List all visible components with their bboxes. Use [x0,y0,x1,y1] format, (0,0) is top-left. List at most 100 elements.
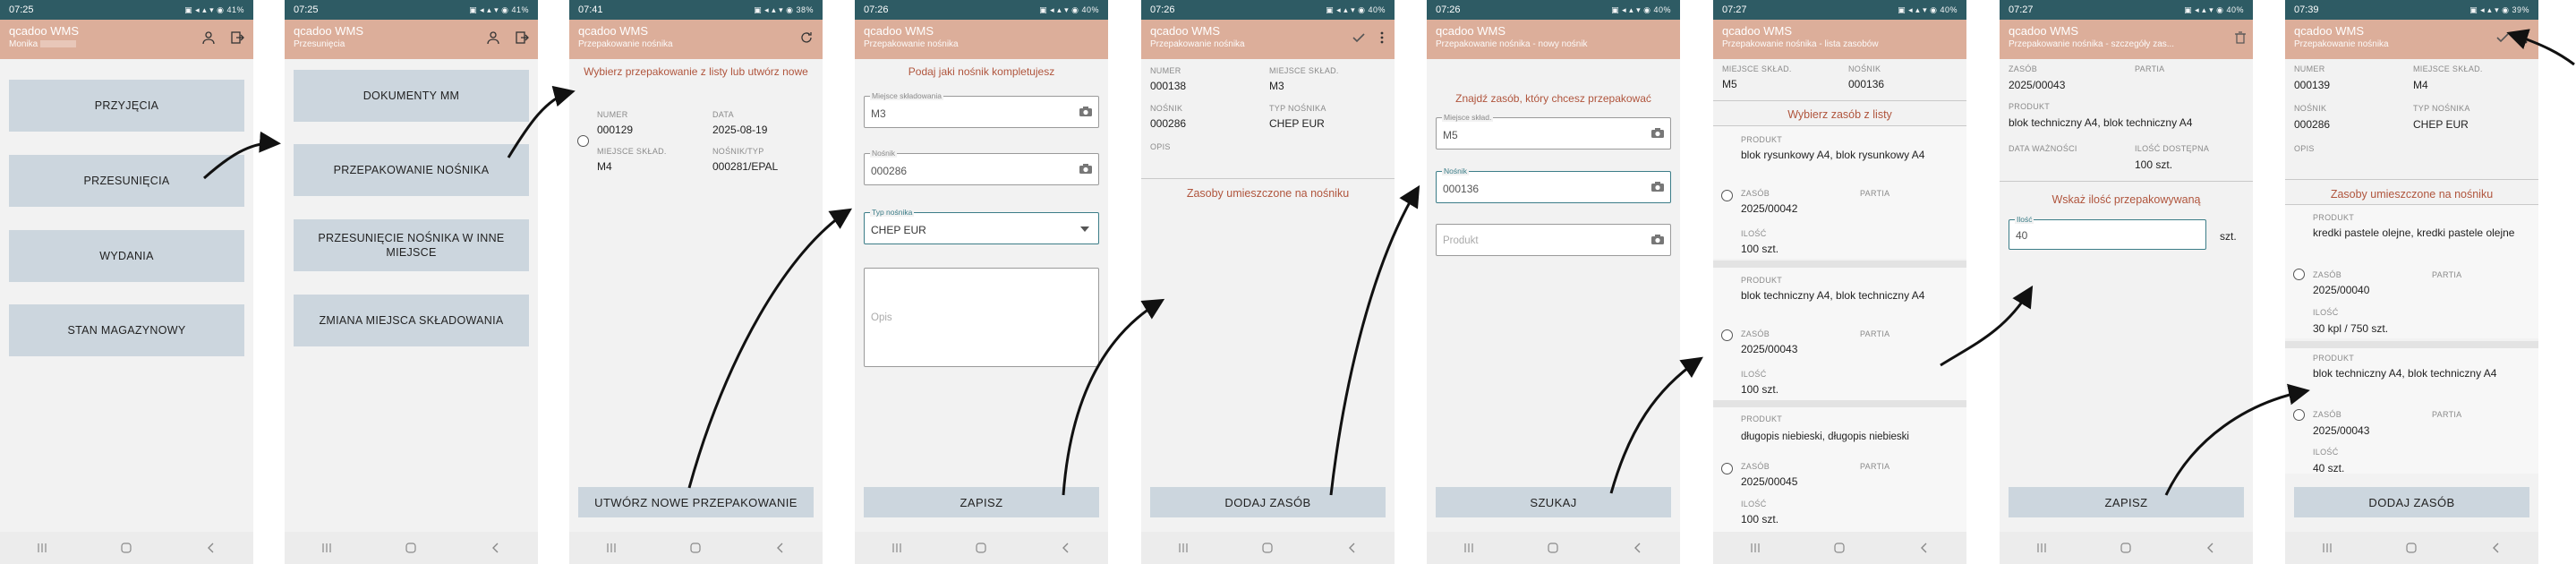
product-label: PRODUKT [2313,354,2355,363]
recent-apps-icon[interactable] [1455,539,1482,557]
notes-textarea[interactable]: Opis [864,268,1099,367]
chevron-down-icon[interactable] [1080,226,1089,233]
logout-icon[interactable] [228,29,246,47]
menu-dokumenty-mm[interactable]: DOKUMENTY MM [294,70,529,122]
app-title: qcadoo WMS [864,24,934,38]
menu-zmiana-miejsca[interactable]: ZMIANA MIEJSCA SKŁADOWANIA [294,295,529,346]
status-bar: 07:26 ▣ ◂ ▴ ▾ ◉ 40% [1427,0,1680,20]
camera-icon[interactable] [1651,127,1665,139]
status-icons: ▣ ◂ ▴ ▾ ◉ 40% [1898,4,1958,14]
resource-radio[interactable] [1721,463,1733,474]
back-icon[interactable] [198,539,225,557]
camera-icon[interactable] [1079,106,1093,117]
status-bar: 07:25 ▣ ◂ ▴ ▾ ◉ 41% [0,0,253,20]
back-icon[interactable] [1625,539,1651,557]
back-icon[interactable] [482,539,509,557]
qty-label: ILOŚĆ [2313,308,2339,317]
recent-apps-icon[interactable] [313,539,340,557]
battery-level: 41% [226,4,244,14]
trash-icon[interactable] [2231,29,2249,47]
screen-resource-list: 07:27 ▣ ◂ ▴ ▾ ◉ 40% qcadoo WMS Przepakow… [1713,0,1966,564]
repack-location: M4 [597,160,612,173]
home-icon[interactable] [397,539,424,557]
recent-apps-icon[interactable] [29,539,55,557]
back-icon[interactable] [1911,539,1938,557]
recent-apps-icon[interactable] [1742,539,1769,557]
resource-radio[interactable] [2293,269,2305,280]
more-vert-icon[interactable] [2517,29,2535,47]
resource-value: 2025/00045 [1741,475,1798,488]
location-field[interactable]: Miejsce składowania M3 [864,91,1099,128]
qty-input[interactable]: Ilość 40 [2009,215,2206,250]
create-repack-button[interactable]: UTWÓRZ NOWE PRZEPAKOWANIE [578,487,814,517]
recent-apps-icon[interactable] [1170,539,1197,557]
back-icon[interactable] [1053,539,1079,557]
app-bar: qcadoo WMS Przepakowanie nośnika [1141,20,1395,59]
save-button[interactable]: ZAPISZ [2009,487,2244,517]
search-button[interactable]: SZUKAJ [1436,487,1671,517]
menu-przesuniecia[interactable]: PRZESUNIĘCIA [9,155,244,207]
add-resource-button[interactable]: DODAJ ZASÓB [2294,487,2529,517]
recent-apps-icon[interactable] [598,539,625,557]
home-icon[interactable] [1540,539,1566,557]
more-vert-icon[interactable] [1373,29,1391,47]
resource-radio[interactable] [1721,190,1733,201]
home-icon[interactable] [682,539,709,557]
repack-radio[interactable] [577,135,589,147]
user-icon[interactable] [200,29,218,47]
check-icon[interactable] [2494,29,2512,47]
recent-apps-icon[interactable] [2314,539,2341,557]
app-bar: qcadoo WMS Przepakowanie nośnika - lista… [1713,20,1966,59]
divider [1141,178,1395,179]
batch-label: PARTIA [2432,270,2462,279]
home-icon[interactable] [968,539,994,557]
resource-radio[interactable] [1721,329,1733,341]
carrier-label: NOŚNIK [2294,104,2327,113]
location-field[interactable]: Miejsce skład. M5 [1436,113,1671,150]
camera-icon[interactable] [1651,234,1665,245]
carrier-field[interactable]: Nośnik 000286 [864,149,1099,185]
menu-stan-magazynowy[interactable]: STAN MAGAZYNOWY [9,304,244,356]
check-icon[interactable] [1350,29,1368,47]
carrier-type-select[interactable]: Typ nośnika CHEP EUR [864,208,1099,244]
status-icons: ▣ ◂ ▴ ▾ ◉ 40% [1039,4,1099,14]
logout-icon[interactable] [513,29,531,47]
user-icon[interactable] [484,29,502,47]
android-nav-bar [285,532,538,564]
recent-apps-icon[interactable] [2028,539,2055,557]
status-bar: 07:41 ▣ ◂ ▴ ▾ ◉ 38% [569,0,823,20]
carrier-type-label: NOŚNIK/TYP [712,147,764,156]
menu-wydania[interactable]: WYDANIA [9,230,244,282]
camera-icon[interactable] [1651,181,1665,192]
back-icon[interactable] [1339,539,1366,557]
resource-label: ZASÓB [2009,64,2038,73]
refresh-icon[interactable] [798,29,815,47]
status-bar: 07:26 ▣ ◂ ▴ ▾ ◉ 40% [855,0,1108,20]
camera-icon[interactable] [1079,163,1093,175]
resource-radio[interactable] [2293,409,2305,421]
add-resource-button[interactable]: DODAJ ZASÓB [1150,487,1386,517]
save-button[interactable]: ZAPISZ [864,487,1099,517]
home-icon[interactable] [113,539,140,557]
recent-apps-icon[interactable] [883,539,910,557]
home-icon[interactable] [1826,539,1853,557]
location-field-label: Miejsce skład. [1442,113,1494,122]
status-bar: 07:39 ▣ ◂ ▴ ▾ ◉ 39% [2285,0,2538,20]
back-icon[interactable] [2197,539,2224,557]
home-icon[interactable] [2112,539,2139,557]
menu-przyjecia[interactable]: PRZYJĘCIA [9,80,244,132]
android-nav-bar [2000,532,2253,564]
back-icon[interactable] [767,539,794,557]
back-icon[interactable] [2483,539,2510,557]
carrier-label: NOŚNIK [1848,64,1881,73]
android-nav-bar [1713,532,1966,564]
home-icon[interactable] [1254,539,1281,557]
number-value: 000139 [2294,79,2331,91]
menu-przesuniecie-nosnika[interactable]: PRZESUNIĘCIE NOŚNIKA W INNE MIEJSCE [294,219,529,271]
home-icon[interactable] [2398,539,2425,557]
carrier-field[interactable]: Nośnik 000136 [1436,167,1671,203]
menu-przepakowanie-nosnika[interactable]: PRZEPAKOWANIE NOŚNIKA [294,144,529,196]
battery-level: 40% [1653,4,1671,14]
product-field[interactable]: Produkt [1436,224,1671,256]
carrier-field-label: Nośnik [1442,167,1469,175]
